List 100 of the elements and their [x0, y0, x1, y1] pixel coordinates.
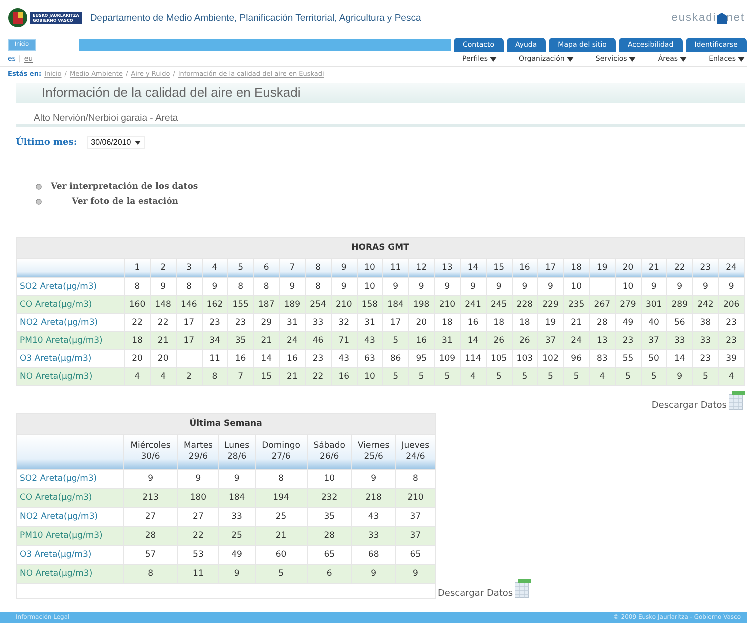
table-cell: 21: [150, 332, 176, 350]
table-cell: 194: [255, 488, 308, 508]
header-cell: Jueves 24/6: [396, 434, 436, 470]
table-cell: 28: [124, 526, 178, 546]
table-cell: 31: [434, 332, 460, 350]
table-cell: 4: [150, 368, 176, 386]
header-cell: 2: [150, 258, 176, 278]
table-cell: 9: [396, 564, 436, 584]
header-cell: 18: [564, 258, 590, 278]
table-cell: 26: [512, 332, 538, 350]
header-cell: 4: [202, 258, 228, 278]
info-link[interactable]: Ver interpretación de los datos: [51, 182, 198, 192]
table-cell: 213: [124, 488, 178, 508]
table-cell: 289: [666, 296, 693, 314]
info-link[interactable]: Ver foto de la estación: [51, 197, 178, 207]
table-cell: 43: [357, 332, 383, 350]
table-cell: 210: [331, 296, 358, 314]
table-cell: 18: [124, 332, 150, 350]
table-cell: 9: [218, 564, 256, 584]
department-name: Departamento de Medio Ambiente, Planificación Territorial, Agricultura y Pesca: [90, 12, 422, 24]
table-cell: 218: [352, 488, 396, 508]
header-cell: 10: [357, 258, 383, 278]
table-cell: 228: [512, 296, 538, 314]
table-title: HORAS GMT: [16, 238, 744, 258]
header-cell: 3: [176, 258, 202, 278]
row-label: CO Areta(µg/m3): [16, 296, 125, 314]
table-cell: 7: [228, 368, 254, 386]
header-cell: 24: [718, 258, 744, 278]
table-cell: 13: [589, 332, 616, 350]
header-cell: 13: [434, 258, 460, 278]
table-cell: 245: [486, 296, 512, 314]
table-cell: 148: [150, 296, 176, 314]
table-cell: 33: [352, 526, 396, 546]
table-cell: 37: [396, 526, 436, 546]
table-cell: 22: [178, 526, 219, 546]
coat-of-arms-icon: [8, 8, 28, 28]
table-cell: 5: [382, 332, 409, 350]
table-cell: 210: [434, 296, 460, 314]
caret-icon: [566, 56, 574, 62]
table-cell: 8: [202, 368, 228, 386]
header-cell: 14: [460, 258, 486, 278]
caret-icon: [680, 56, 688, 62]
table-cell: 21: [280, 368, 306, 386]
table-cell: 71: [331, 332, 358, 350]
table-cell: 16: [331, 368, 358, 386]
table-cell: 5: [538, 368, 564, 386]
table-cell: 267: [589, 296, 616, 314]
header-cell: Lunes 28/6: [218, 434, 256, 470]
table-cell: 24: [280, 332, 306, 350]
table-cell: 5: [408, 368, 435, 386]
download-link[interactable]: Descargar Datos: [652, 401, 727, 411]
table-cell: 5: [641, 368, 667, 386]
table-cell: 5: [564, 368, 590, 386]
table-cell: 5: [382, 368, 409, 386]
table-cell: 23: [615, 332, 642, 350]
table-cell: 34: [202, 332, 228, 350]
table-cell: 232: [307, 488, 352, 508]
table-cell: 155: [228, 296, 254, 314]
row-label: PM10 Areta(µg/m3): [16, 332, 125, 350]
table-cell: 198: [408, 296, 435, 314]
table-cell: 9: [666, 368, 693, 386]
table-cell: 254: [305, 296, 332, 314]
spreadsheet-icon[interactable]: [729, 391, 745, 411]
table-cell: 210: [396, 488, 436, 508]
table-cell: 184: [218, 488, 256, 508]
table-title: Última Semana: [16, 414, 436, 434]
table-cell: 241: [460, 296, 486, 314]
table-cell: 25: [218, 526, 256, 546]
header-cell: Miércoles 30/6: [124, 434, 178, 470]
brand-mark-icon: [716, 13, 727, 24]
header-cell: 20: [615, 258, 642, 278]
row-label: CO Areta(µg/m3): [16, 488, 124, 508]
table-cell: 46: [305, 332, 332, 350]
header-cell: Sábado 26/6: [307, 434, 352, 470]
page-title: Información de la calidad del aire en Euskadi: [42, 85, 302, 100]
table-cell: 6: [307, 564, 352, 584]
spreadsheet-icon[interactable]: [515, 579, 532, 599]
table-cell: 189: [280, 296, 306, 314]
table-cell: 11: [178, 564, 219, 584]
table-cell: 4: [589, 368, 616, 386]
table-cell: 146: [176, 296, 202, 314]
table-cell: 187: [254, 296, 280, 314]
header-cell: 5: [228, 258, 254, 278]
table-cell: 301: [641, 296, 667, 314]
table-cell: 235: [564, 296, 590, 314]
month-select[interactable]: 30/06/2010: [87, 136, 146, 149]
bullet-icon: [36, 199, 42, 205]
header-cell: 15: [486, 258, 512, 278]
table-cell: 184: [382, 296, 409, 314]
table-cell: 35: [228, 332, 254, 350]
brand-logo[interactable]: euskadi net: [672, 12, 747, 24]
table-cell: 5: [692, 368, 719, 386]
table-cell: 5: [255, 564, 308, 584]
table-cell: 37: [538, 332, 564, 350]
table-cell: 26: [486, 332, 512, 350]
download-link[interactable]: Descargar Datos: [438, 589, 514, 599]
row-label: NO Areta(µg/m3): [16, 368, 125, 386]
header-cell: 17: [538, 258, 564, 278]
row-label: NO Areta(µg/m3): [16, 564, 124, 584]
header-cell: 22: [666, 258, 693, 278]
